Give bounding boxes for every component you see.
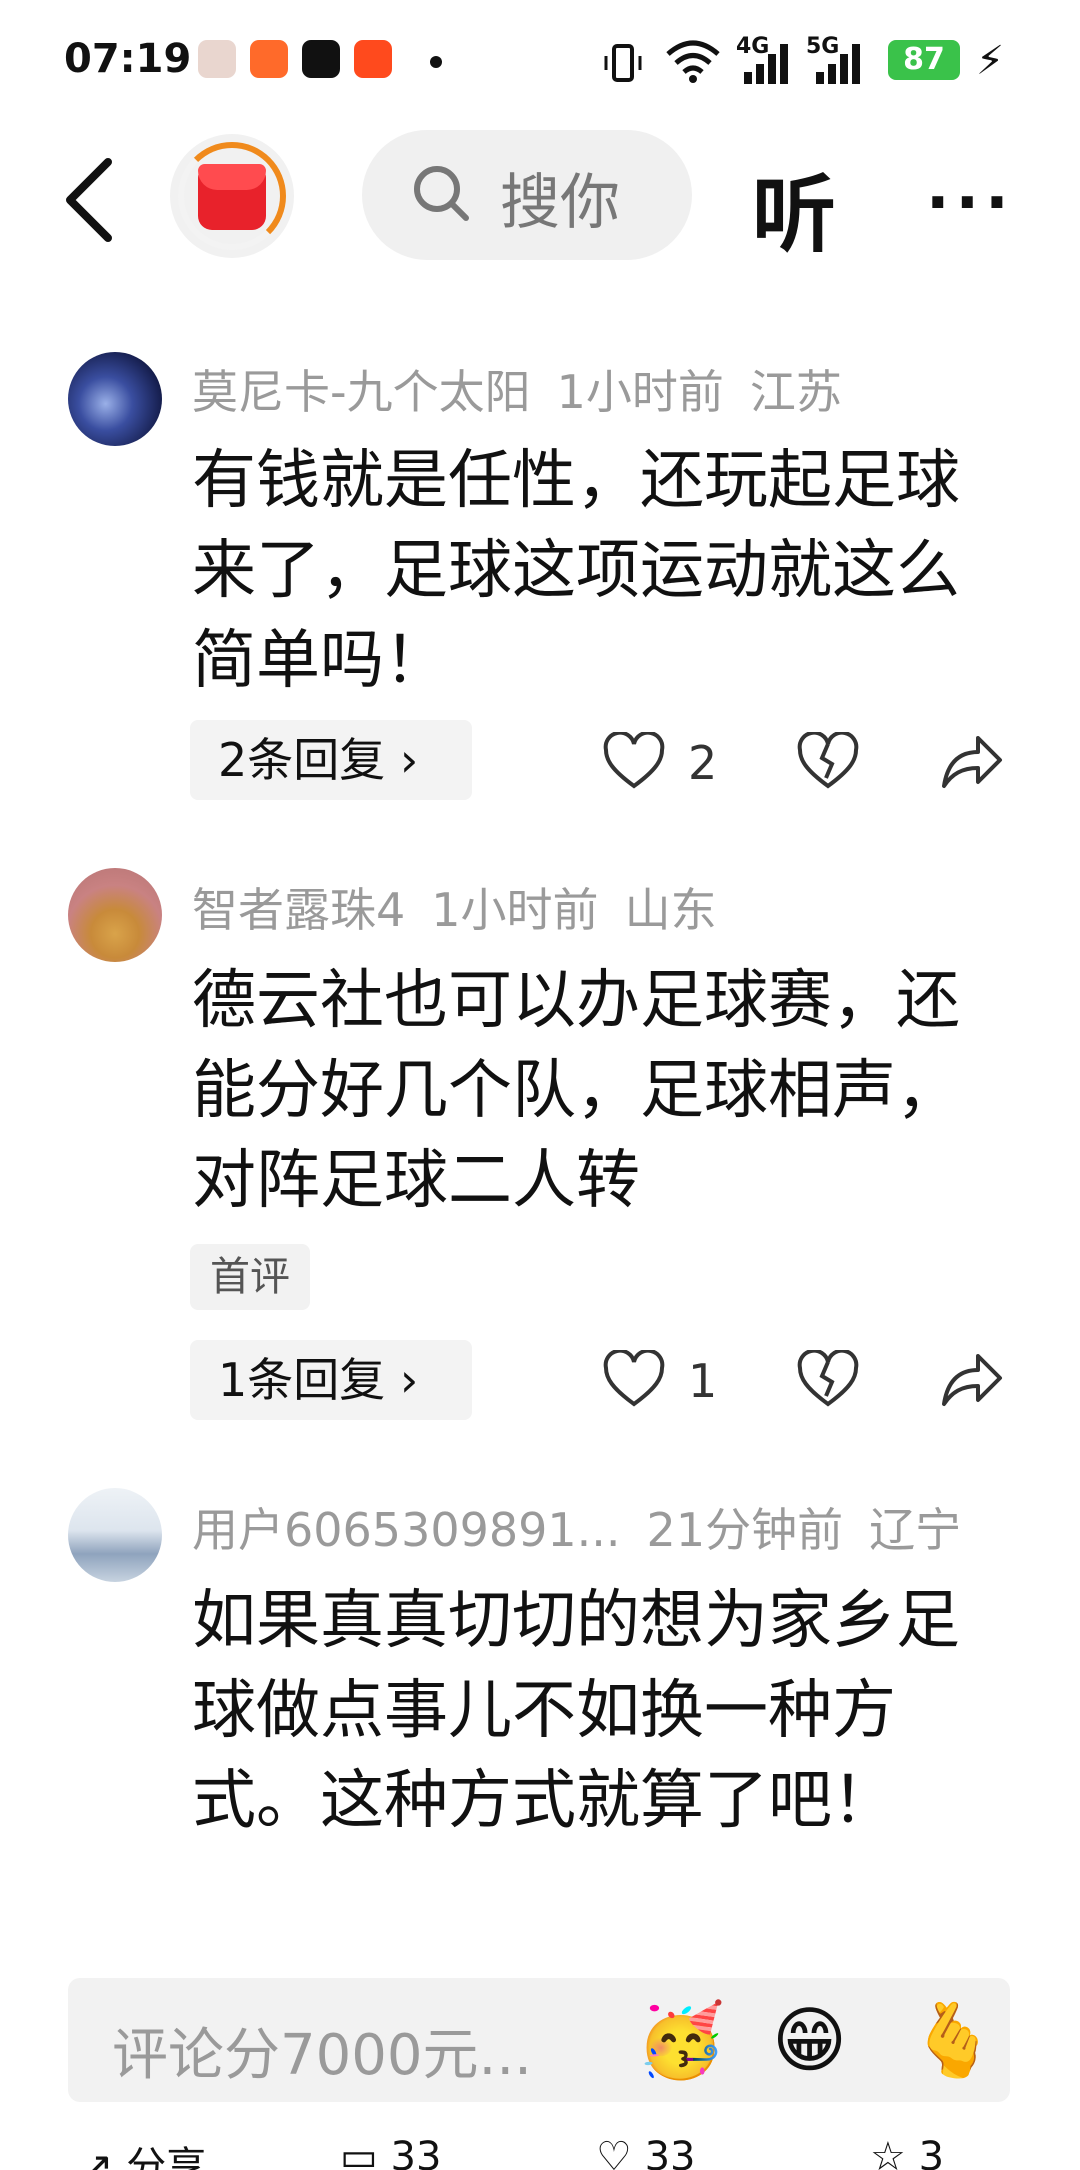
listen-button[interactable]: 听 bbox=[752, 148, 836, 269]
comment-time: 21分钟前 bbox=[646, 1503, 844, 1557]
envelope-flap bbox=[198, 164, 266, 190]
replies-button[interactable]: 1条回复 › bbox=[190, 1340, 472, 1420]
charging-icon: ⚡ bbox=[976, 38, 1005, 84]
search-placeholder: 搜你 bbox=[500, 168, 620, 238]
search-icon bbox=[414, 166, 469, 221]
signal-icon bbox=[744, 44, 788, 84]
share-icon[interactable] bbox=[938, 730, 1004, 792]
bottom-action-bar: ↗ 分享 ▭ 33 ♡ 33 ☆ 3 bbox=[0, 2130, 1080, 2170]
replies-label: 2条回复 bbox=[218, 733, 386, 787]
status-time: 07:19 bbox=[64, 36, 192, 82]
avatar[interactable] bbox=[68, 352, 162, 446]
red-envelope-logo[interactable] bbox=[170, 134, 294, 258]
comment-input[interactable]: 评论分7000元... 🥳 😁 🫰 bbox=[68, 1978, 1010, 2102]
favorite-count: 3 bbox=[918, 2134, 945, 2170]
comment-text: 如果真真切切的想为家乡足球做点事儿不如换一种方式。这种方式就算了吧！ bbox=[192, 1584, 960, 1838]
wifi-icon bbox=[666, 40, 720, 83]
like-count: 2 bbox=[688, 736, 718, 790]
avatar-app-icon bbox=[198, 40, 236, 78]
share-label: 分享 bbox=[126, 2144, 207, 2170]
video-app-icon bbox=[354, 40, 392, 78]
comment-username[interactable]: 用户6065309891... bbox=[192, 1503, 621, 1557]
battery-level: 87 bbox=[888, 40, 960, 80]
comment-meta: 莫尼卡-九个太阳 1小时前 江苏 bbox=[192, 356, 868, 422]
dislike-broken-heart-icon[interactable] bbox=[796, 1350, 860, 1410]
like-count: 1 bbox=[688, 1354, 718, 1408]
heart-hands-emoji-button[interactable]: 🫰 bbox=[908, 2000, 998, 2080]
like-heart-icon[interactable] bbox=[602, 1350, 666, 1410]
comment-action[interactable]: ▭ 33 bbox=[340, 2134, 441, 2170]
grin-emoji-button[interactable]: 😁 bbox=[772, 2000, 847, 2080]
dislike-broken-heart-icon[interactable] bbox=[796, 732, 860, 792]
notification-dot-icon bbox=[430, 56, 442, 68]
search-box[interactable]: 搜你 bbox=[362, 130, 692, 260]
tiktok-app-icon bbox=[302, 40, 340, 78]
comment-count: 33 bbox=[390, 2134, 442, 2170]
share-action[interactable]: ↗ 分享 bbox=[80, 2134, 206, 2170]
replies-button[interactable]: 2条回复 › bbox=[190, 720, 472, 800]
favorite-action[interactable]: ☆ 3 bbox=[870, 2134, 944, 2170]
status-bar: 07:19 4G 5G 87 ⚡ bbox=[0, 0, 1080, 120]
like-heart-icon[interactable] bbox=[602, 732, 666, 792]
more-button[interactable]: ··· bbox=[926, 166, 1015, 239]
signal-icon-2 bbox=[816, 44, 860, 84]
comment-text: 德云社也可以办足球赛，还能分好几个队，足球相声，对阵足球二人转 bbox=[192, 964, 960, 1218]
comment-input-placeholder: 评论分7000元... bbox=[112, 2023, 532, 2088]
comment-meta: 智者露珠4 1小时前 山东 bbox=[192, 874, 743, 940]
shopping-app-icon bbox=[250, 40, 288, 78]
avatar[interactable] bbox=[68, 1488, 162, 1582]
comment-time: 1小时前 bbox=[556, 365, 724, 419]
replies-label: 1条回复 bbox=[218, 1353, 386, 1407]
back-icon[interactable] bbox=[56, 150, 126, 250]
comment-username[interactable]: 智者露珠4 bbox=[192, 883, 405, 937]
first-comment-badge: 首评 bbox=[190, 1244, 310, 1310]
party-emoji-button[interactable]: 🥳 bbox=[636, 2000, 726, 2080]
avatar[interactable] bbox=[68, 868, 162, 962]
share-icon[interactable] bbox=[938, 1348, 1004, 1410]
top-nav: 搜你 听 ··· bbox=[0, 130, 1080, 264]
comment-location: 江苏 bbox=[749, 365, 842, 419]
comment-time: 1小时前 bbox=[431, 883, 599, 937]
vibrate-icon bbox=[604, 44, 642, 82]
comment-text: 有钱就是任性，还玩起足球来了，足球这项运动就这么简单吗！ bbox=[192, 444, 960, 698]
like-total: 33 bbox=[644, 2134, 696, 2170]
comment-location: 山东 bbox=[624, 883, 717, 937]
like-action[interactable]: ♡ 33 bbox=[596, 2134, 695, 2170]
comment-meta: 用户6065309891... 21分钟前 辽宁 bbox=[192, 1494, 987, 1560]
comment-username[interactable]: 莫尼卡-九个太阳 bbox=[192, 365, 531, 419]
comment-location: 辽宁 bbox=[869, 1503, 962, 1557]
